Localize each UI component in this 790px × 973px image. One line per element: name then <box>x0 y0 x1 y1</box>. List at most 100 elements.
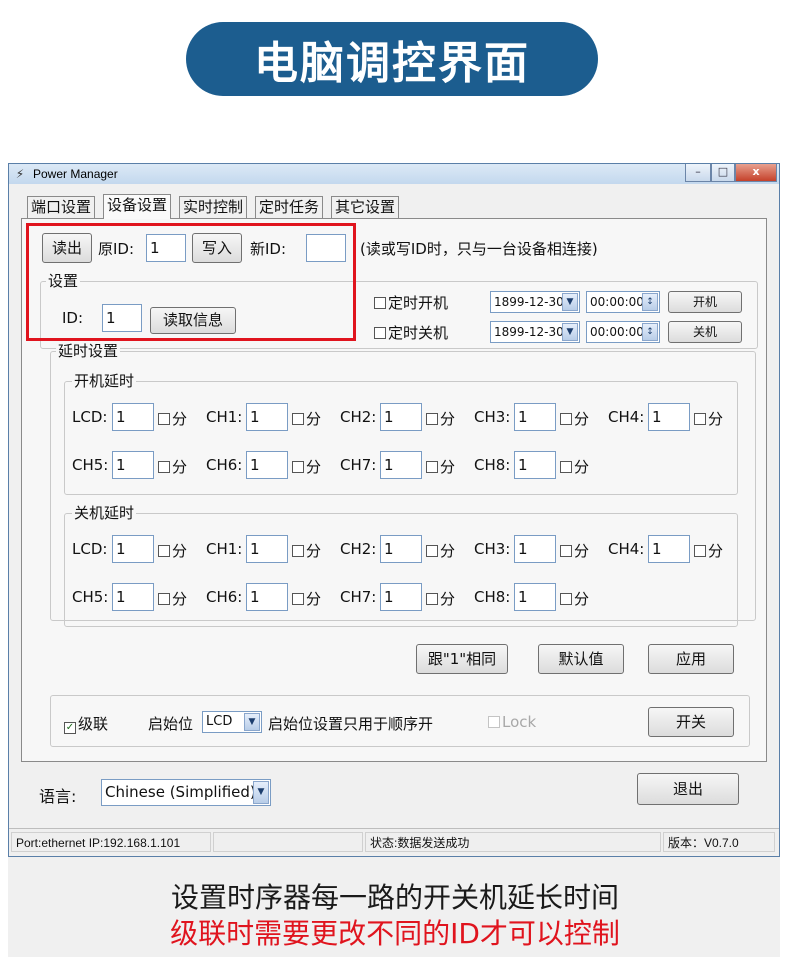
delay-channel-input[interactable]: 1 <box>380 535 422 563</box>
delay-channel-input[interactable]: 1 <box>246 403 288 431</box>
delay-channel-label: CH5: <box>72 456 109 474</box>
minute-unit-checkbox[interactable]: 分 <box>426 540 455 561</box>
language-select[interactable]: Chinese (Simplified) ▼ <box>101 779 271 806</box>
delay-channel-label: CH7: <box>340 588 377 606</box>
chevron-down-icon[interactable]: ▼ <box>562 323 578 341</box>
delay-channel-label: CH5: <box>72 588 109 606</box>
minute-unit-checkbox[interactable]: 分 <box>292 540 321 561</box>
delay-channel-input[interactable]: 1 <box>112 403 154 431</box>
minute-unit-checkbox[interactable]: 分 <box>694 540 723 561</box>
exit-button[interactable]: 退出 <box>637 773 739 805</box>
delay-channel-input[interactable]: 1 <box>246 583 288 611</box>
chevron-down-icon[interactable]: ▼ <box>244 713 260 731</box>
minute-unit-checkbox[interactable]: 分 <box>560 408 589 429</box>
timer-off-checkbox[interactable]: 定时关机 <box>374 322 448 343</box>
minute-unit-label: 分 <box>574 458 590 476</box>
start-position-select[interactable]: LCD ▼ <box>202 711 262 733</box>
delay-channel-input[interactable]: 1 <box>648 535 690 563</box>
checkbox-icon <box>426 461 438 473</box>
chevron-down-icon[interactable]: ▼ <box>562 293 578 311</box>
minute-unit-checkbox[interactable]: 分 <box>158 408 187 429</box>
delay-channel-label: CH4: <box>608 540 645 558</box>
cascade-checkbox[interactable]: ✓ 级联 <box>64 713 108 734</box>
delay-channel-input[interactable]: 1 <box>380 583 422 611</box>
minute-unit-checkbox[interactable]: 分 <box>292 456 321 477</box>
minute-unit-label: 分 <box>440 590 456 608</box>
minute-unit-checkbox[interactable]: 分 <box>426 588 455 609</box>
switch-button[interactable]: 开关 <box>648 707 734 737</box>
minute-unit-checkbox[interactable]: 分 <box>158 588 187 609</box>
delay-channel-input[interactable]: 1 <box>246 535 288 563</box>
tab-port-settings[interactable]: 端口设置 <box>27 196 96 218</box>
delay-channel-input[interactable]: 1 <box>380 451 422 479</box>
delay-channel-input[interactable]: 1 <box>514 403 556 431</box>
tab-device-settings[interactable]: 设备设置 <box>103 194 172 219</box>
checkbox-icon <box>292 413 304 425</box>
timer-on-date-picker[interactable]: 1899-12-30 ▼ <box>490 291 580 313</box>
delay-channel-input[interactable]: 1 <box>246 451 288 479</box>
delay-channel-input[interactable]: 1 <box>514 451 556 479</box>
checkbox-icon <box>158 461 170 473</box>
power-plug-icon: ⚡ <box>15 167 25 181</box>
tab-timer-tasks[interactable]: 定时任务 <box>255 196 324 218</box>
chevron-down-icon[interactable]: ▼ <box>253 781 269 804</box>
language-label: 语言: <box>39 787 77 806</box>
checkbox-icon <box>374 297 386 309</box>
minute-unit-checkbox[interactable]: 分 <box>560 540 589 561</box>
close-button[interactable]: x <box>735 164 777 182</box>
timer-off-label: 定时关机 <box>388 324 449 342</box>
delay-channel-input[interactable]: 1 <box>514 583 556 611</box>
timer-off-time-picker[interactable]: 00:00:00 ↕ <box>586 321 660 343</box>
power-on-button[interactable]: 开机 <box>668 291 742 313</box>
caption-line-2: 级联时需要更改不同的ID才可以控制 <box>170 917 620 950</box>
minute-unit-checkbox[interactable]: 分 <box>158 456 187 477</box>
minute-unit-checkbox[interactable]: 分 <box>426 456 455 477</box>
delay-channel-input[interactable]: 1 <box>112 583 154 611</box>
minute-unit-checkbox[interactable]: 分 <box>560 456 589 477</box>
maximize-button[interactable]: □ <box>711 164 735 182</box>
tab-realtime-control[interactable]: 实时控制 <box>179 196 248 218</box>
minute-unit-checkbox[interactable]: 分 <box>560 588 589 609</box>
timer-on-label: 定时开机 <box>388 294 449 312</box>
title-bar: ⚡ Power Manager – □ x <box>9 164 779 184</box>
delay-channel-input[interactable]: 1 <box>514 535 556 563</box>
delay-channel-label: LCD: <box>72 540 108 558</box>
delay-settings-label: 延时设置 <box>56 342 121 360</box>
timer-on-time: 00:00:00 <box>590 295 644 309</box>
apply-button[interactable]: 应用 <box>648 644 734 674</box>
checkbox-icon <box>560 461 572 473</box>
minimize-button[interactable]: – <box>685 164 711 182</box>
delay-channel-input[interactable]: 1 <box>380 403 422 431</box>
minute-unit-checkbox[interactable]: 分 <box>694 408 723 429</box>
timer-on-time-picker[interactable]: 00:00:00 ↕ <box>586 291 660 313</box>
spin-updown-icon[interactable]: ↕ <box>642 293 658 311</box>
timer-on-date: 1899-12-30 <box>494 295 564 309</box>
timer-off-date-picker[interactable]: 1899-12-30 ▼ <box>490 321 580 343</box>
checkbox-icon <box>374 327 386 339</box>
delay-channel-label: CH6: <box>206 456 243 474</box>
timer-on-checkbox[interactable]: 定时开机 <box>374 292 448 313</box>
checkmark-icon: ✓ <box>64 722 76 734</box>
minute-unit-checkbox[interactable]: 分 <box>158 540 187 561</box>
checkbox-icon <box>694 413 706 425</box>
minute-unit-checkbox[interactable]: 分 <box>292 588 321 609</box>
minute-unit-label: 分 <box>574 542 590 560</box>
delay-channel-input[interactable]: 1 <box>112 451 154 479</box>
minute-unit-label: 分 <box>574 410 590 428</box>
lock-checkbox[interactable]: Lock <box>488 713 536 731</box>
minute-unit-label: 分 <box>172 542 188 560</box>
minute-unit-checkbox[interactable]: 分 <box>292 408 321 429</box>
minute-unit-checkbox[interactable]: 分 <box>426 408 455 429</box>
same-as-1-button[interactable]: 跟"1"相同 <box>416 644 508 674</box>
delay-channel-label: CH8: <box>474 588 511 606</box>
banner-title: 电脑调控界面 <box>186 22 598 96</box>
tab-other-settings[interactable]: 其它设置 <box>331 196 400 218</box>
checkbox-icon <box>292 593 304 605</box>
delay-channel-input[interactable]: 1 <box>648 403 690 431</box>
default-values-button[interactable]: 默认值 <box>538 644 624 674</box>
status-empty <box>213 832 363 852</box>
delay-channel-input[interactable]: 1 <box>112 535 154 563</box>
power-off-button[interactable]: 关机 <box>668 321 742 343</box>
minute-unit-label: 分 <box>172 458 188 476</box>
spin-updown-icon[interactable]: ↕ <box>642 323 658 341</box>
